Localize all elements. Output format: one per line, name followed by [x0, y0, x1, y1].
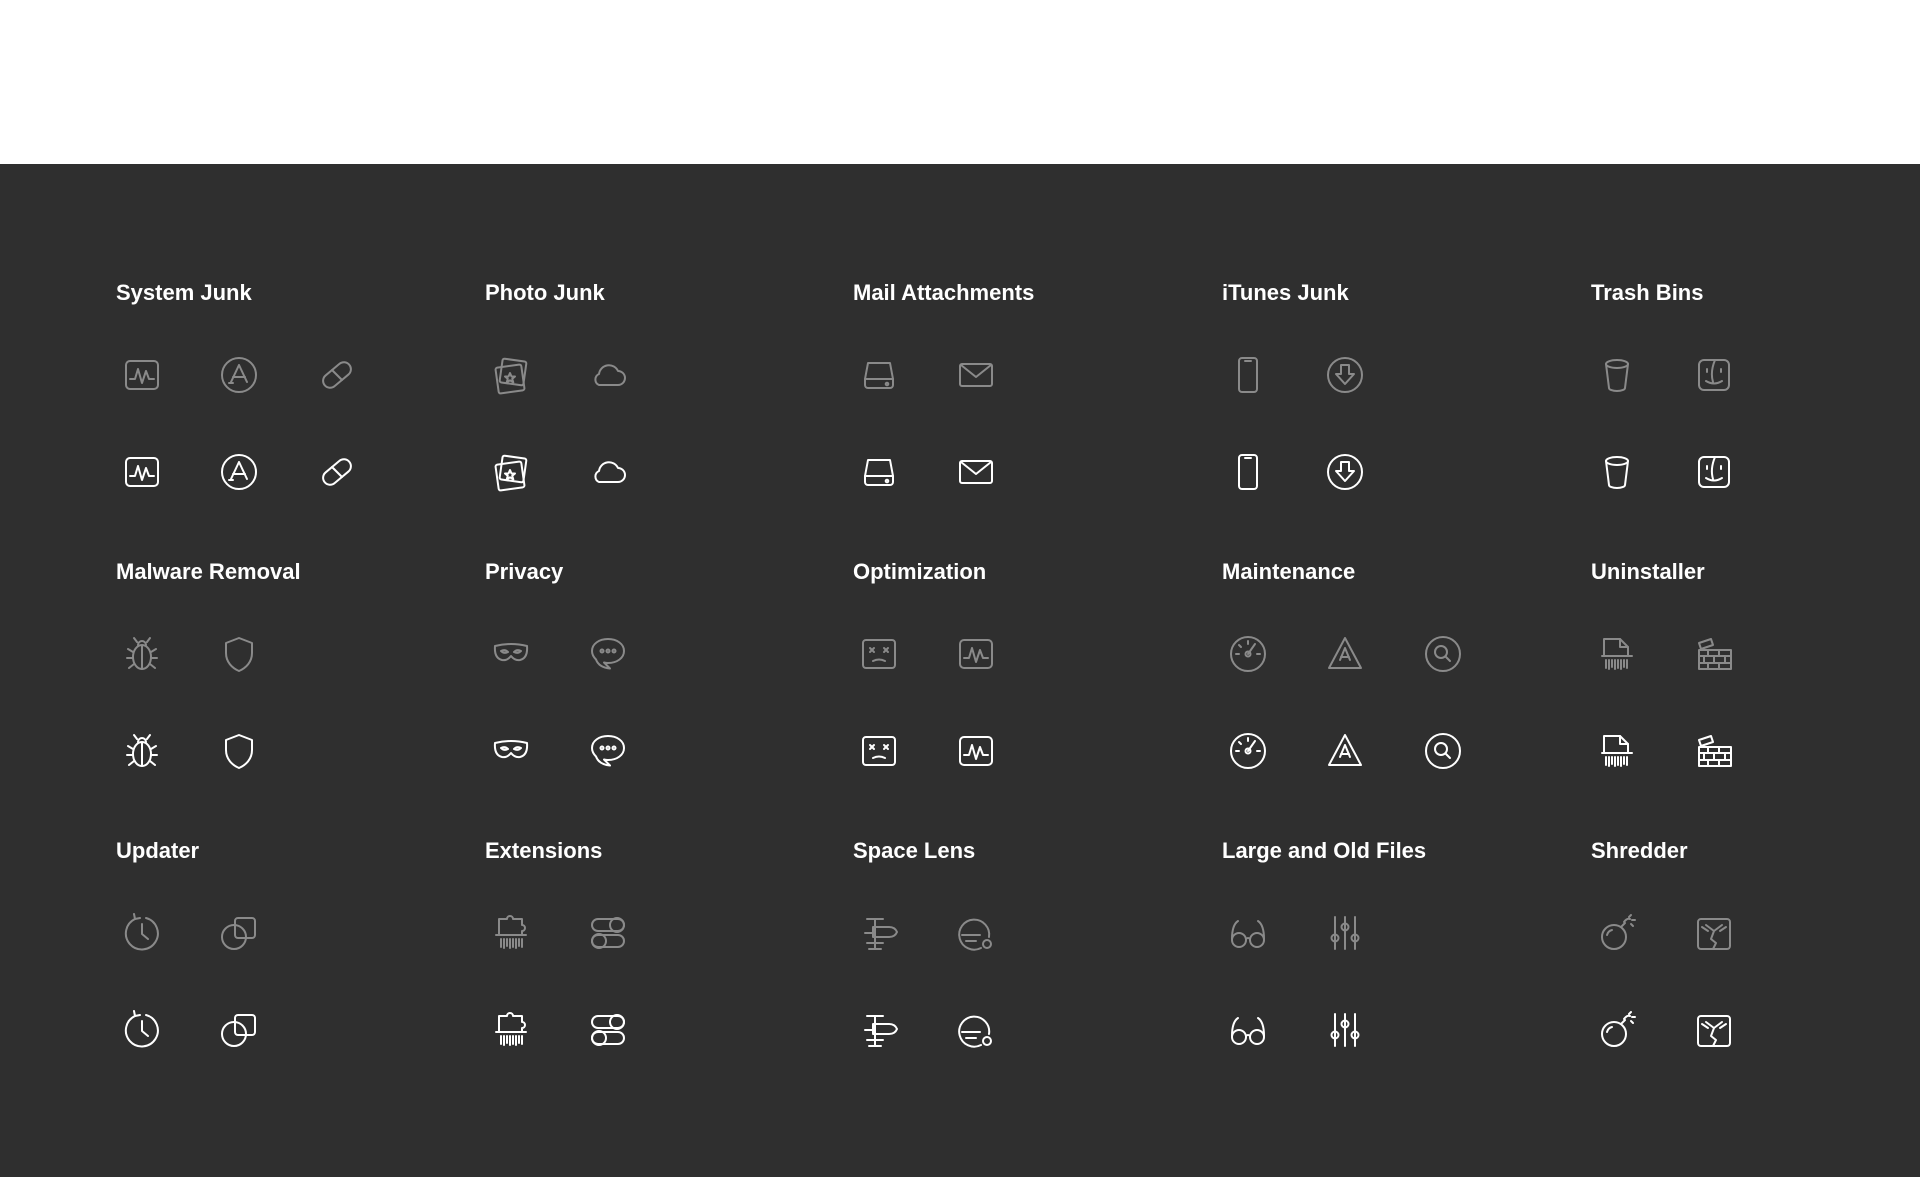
section-updater: Updater: [116, 838, 456, 1068]
puzzle-shredder-icon: [487, 909, 535, 957]
puzzle-shredder-icon: [487, 1006, 535, 1054]
planet-lens-icon: [952, 909, 1000, 957]
speedometer-icon: [1224, 727, 1272, 775]
activity-monitor-icon: [118, 448, 166, 496]
section-title: Updater: [116, 838, 200, 863]
cloud-icon: [584, 448, 632, 496]
section-title: Malware Removal: [116, 559, 301, 584]
download-icon: [1321, 448, 1369, 496]
shield-icon: [215, 630, 263, 678]
section-title: Maintenance: [1222, 559, 1356, 584]
section-title: Large and Old Files: [1222, 838, 1427, 863]
section-title: iTunes Junk: [1222, 280, 1349, 305]
section-privacy: Privacy: [485, 559, 825, 789]
search-icon: [1419, 727, 1467, 775]
shredded-box-icon: [1690, 1006, 1738, 1054]
mail-icon: [952, 448, 1000, 496]
glasses-icon: [1224, 1006, 1272, 1054]
iphone-icon: [1224, 351, 1272, 399]
bug-icon: [118, 727, 166, 775]
drive-icon: [855, 448, 903, 496]
bomb-icon: [1593, 1006, 1641, 1054]
section-optimization: Optimization: [853, 559, 1193, 789]
pill-icon: [313, 351, 361, 399]
section-extensions: Extensions: [485, 838, 825, 1068]
dead-face-icon: [855, 630, 903, 678]
section-maintenance: Maintenance: [1222, 559, 1562, 789]
pill-icon: [313, 448, 361, 496]
mail-icon: [952, 351, 1000, 399]
brick-wall-icon: [1690, 630, 1738, 678]
photos-icon: [487, 448, 535, 496]
section-title: Privacy: [485, 559, 564, 584]
dead-face-icon: [855, 727, 903, 775]
sliders-icon: [1321, 1006, 1369, 1054]
finder-icon: [1690, 351, 1738, 399]
finder-icon: [1690, 448, 1738, 496]
drive-icon: [855, 351, 903, 399]
section-title: Shredder: [1591, 838, 1688, 863]
activity-monitor-icon: [118, 351, 166, 399]
section-title: Mail Attachments: [853, 280, 1035, 305]
app-store-icon: [215, 351, 263, 399]
toggles-icon: [584, 909, 632, 957]
section-title: Uninstaller: [1591, 559, 1705, 584]
section-photo-junk: Photo Junk: [485, 280, 825, 510]
overlapping-shapes-icon: [215, 1006, 263, 1054]
shredded-box-icon: [1690, 909, 1738, 957]
warning-app-icon: [1321, 727, 1369, 775]
section-malware-removal: Malware Removal: [116, 559, 456, 789]
section-uninstaller: Uninstaller: [1591, 559, 1891, 789]
section-title: Extensions: [485, 838, 603, 863]
section-trash-bins: Trash Bins: [1591, 280, 1891, 510]
shredded-file-icon: [1593, 630, 1641, 678]
section-large-and-old-files: Large and Old Files: [1222, 838, 1562, 1068]
search-icon: [1419, 630, 1467, 678]
speedometer-icon: [1224, 630, 1272, 678]
shredded-file-icon: [1593, 727, 1641, 775]
app-store-icon: [215, 448, 263, 496]
trash-bin-icon: [1593, 448, 1641, 496]
chat-bubble-icon: [584, 630, 632, 678]
mask-icon: [487, 727, 535, 775]
section-title: Trash Bins: [1591, 280, 1704, 305]
shield-icon: [215, 727, 263, 775]
chat-bubble-icon: [584, 727, 632, 775]
signpost-icon: [855, 909, 903, 957]
section-title: System Junk: [116, 280, 252, 305]
section-title: Photo Junk: [485, 280, 605, 305]
section-title: Space Lens: [853, 838, 976, 863]
activity-monitor-icon: [952, 727, 1000, 775]
toggles-icon: [584, 1006, 632, 1054]
bug-icon: [118, 630, 166, 678]
brick-wall-icon: [1690, 727, 1738, 775]
section-space-lens: Space Lens: [853, 838, 1193, 1068]
activity-monitor-icon: [952, 630, 1000, 678]
iphone-icon: [1224, 448, 1272, 496]
signpost-icon: [855, 1006, 903, 1054]
section-itunes-junk: iTunes Junk: [1222, 280, 1562, 510]
clock-refresh-icon: [118, 1006, 166, 1054]
section-mail-attachments: Mail Attachments: [853, 280, 1193, 510]
overlapping-shapes-icon: [215, 909, 263, 957]
section-system-junk: System Junk: [116, 280, 456, 510]
bomb-icon: [1593, 909, 1641, 957]
glasses-icon: [1224, 909, 1272, 957]
top-white-band: [0, 0, 1920, 164]
warning-app-icon: [1321, 630, 1369, 678]
clock-refresh-icon: [118, 909, 166, 957]
mask-icon: [487, 630, 535, 678]
trash-bin-icon: [1593, 351, 1641, 399]
sliders-icon: [1321, 909, 1369, 957]
cloud-icon: [584, 351, 632, 399]
section-shredder: Shredder: [1591, 838, 1891, 1068]
planet-lens-icon: [952, 1006, 1000, 1054]
download-icon: [1321, 351, 1369, 399]
photos-icon: [487, 351, 535, 399]
section-title: Optimization: [853, 559, 987, 584]
